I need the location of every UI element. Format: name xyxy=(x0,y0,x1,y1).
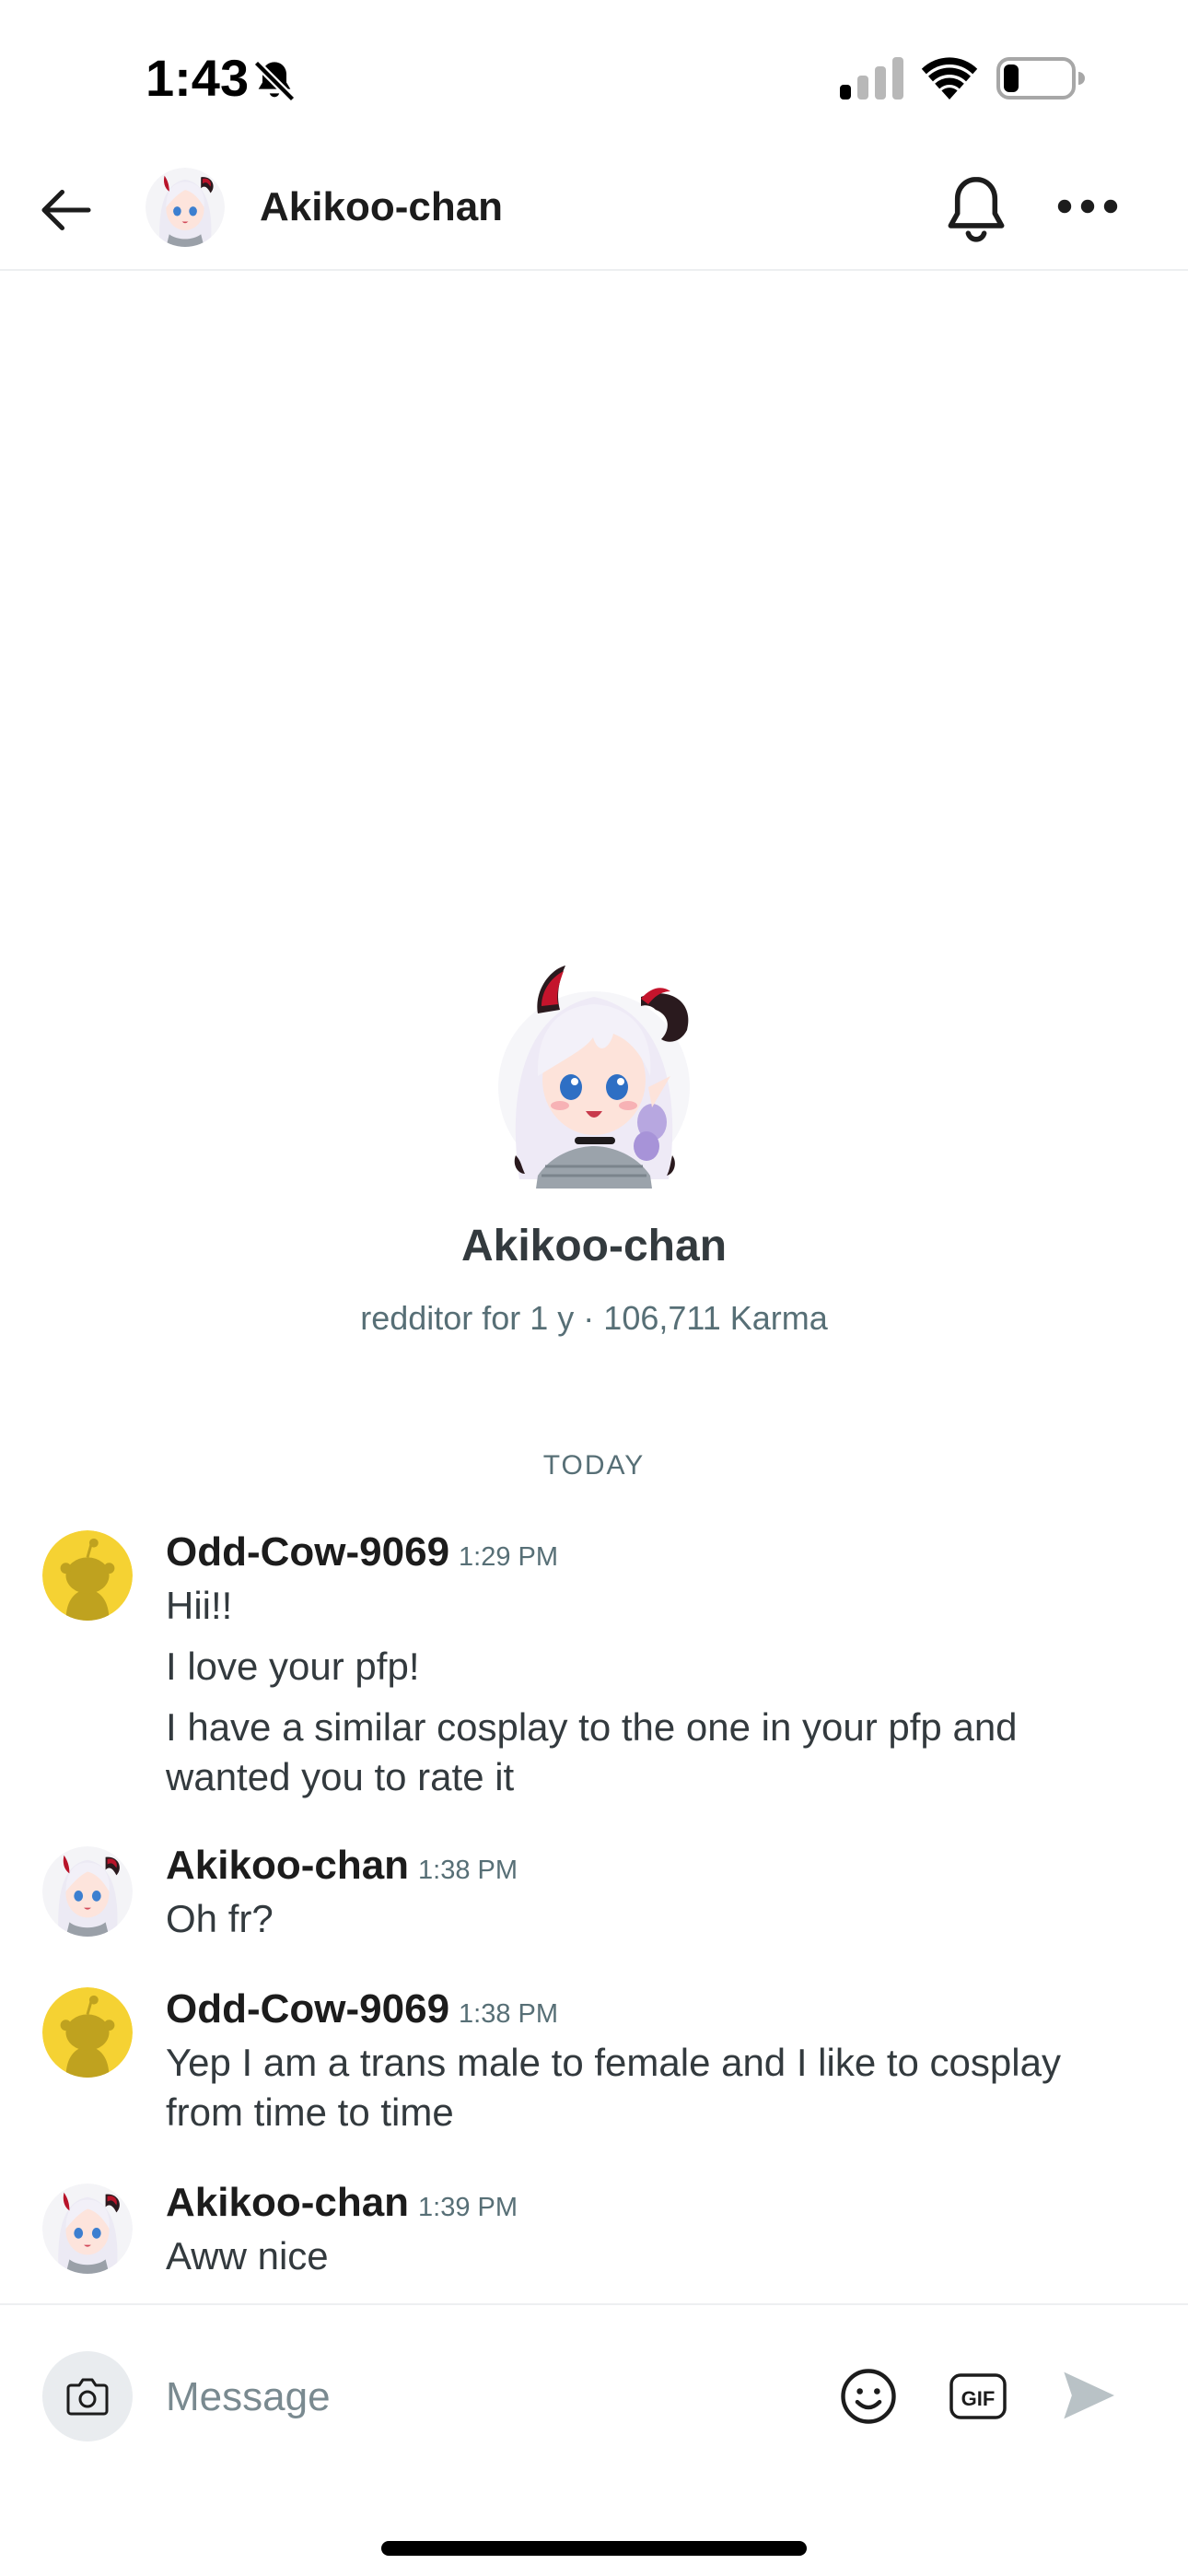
message-header: Odd-Cow-9069 1:29 PM xyxy=(166,1529,558,1575)
bell-off-icon xyxy=(253,60,296,102)
back-arrow-icon[interactable] xyxy=(33,177,99,243)
more-dots-icon[interactable] xyxy=(1055,188,1120,225)
anime-avatar-icon xyxy=(42,1846,133,1937)
message-author[interactable]: Akikoo-chan xyxy=(166,2180,409,2225)
battery-icon xyxy=(996,57,1085,100)
profile-name[interactable]: Akikoo-chan xyxy=(0,1221,1188,1271)
gif-icon: GIF xyxy=(949,2373,1007,2419)
chat-header: Akikoo-chan xyxy=(0,157,1188,271)
message-text: Aww nice xyxy=(166,2234,329,2277)
camera-icon xyxy=(66,2378,109,2416)
status-bar: 1:43 xyxy=(0,0,1188,157)
snoo-avatar[interactable] xyxy=(42,1987,133,2078)
snoo-avatar[interactable] xyxy=(42,1530,133,1621)
message-header: Odd-Cow-9069 1:38 PM xyxy=(166,1986,558,2032)
snoo-avatar-icon xyxy=(42,1987,133,2078)
cellular-signal-icon xyxy=(840,57,903,100)
camera-button[interactable] xyxy=(42,2351,133,2441)
message-author[interactable]: Odd-Cow-9069 xyxy=(166,1529,449,1575)
message-header: Akikoo-chan 1:39 PM xyxy=(166,2180,518,2226)
gif-label: GIF xyxy=(961,2387,996,2410)
anime-avatar-large-icon xyxy=(498,966,690,1188)
message-composer: GIF xyxy=(0,2303,1188,2488)
gif-button[interactable]: GIF xyxy=(949,2370,1007,2423)
snoo-avatar-icon xyxy=(42,1530,133,1621)
header-avatar[interactable] xyxy=(146,168,225,247)
message-input[interactable] xyxy=(166,2359,810,2436)
anime-avatar-icon xyxy=(42,2184,133,2274)
emoji-icon[interactable] xyxy=(838,2366,899,2427)
home-indicator[interactable] xyxy=(381,2541,807,2556)
wifi-icon xyxy=(921,57,978,100)
chat-screen: 1:43 Akikoo-chan Akikoo-chan redditor fo… xyxy=(0,0,1188,2576)
message-text: I love your pfp! xyxy=(166,1645,420,1688)
message-header: Akikoo-chan 1:38 PM xyxy=(166,1843,518,1889)
header-title[interactable]: Akikoo-chan xyxy=(260,184,503,230)
profile-meta: redditor for 1 y · 106,711 Karma xyxy=(360,1299,828,1337)
anime-avatar[interactable] xyxy=(42,2184,133,2274)
bell-icon[interactable] xyxy=(941,173,1011,247)
message-text: Oh fr? xyxy=(166,1897,274,1940)
anime-avatar-icon xyxy=(146,168,225,247)
message-author[interactable]: Odd-Cow-9069 xyxy=(166,1986,449,2032)
anime-avatar[interactable] xyxy=(42,1846,133,1937)
status-time: 1:43 xyxy=(146,49,250,107)
message-text: Yep I am a trans male to female and I li… xyxy=(166,2041,1061,2134)
message-time: 1:38 PM xyxy=(418,1856,518,1885)
profile-avatar[interactable] xyxy=(490,949,698,1188)
message-time: 1:29 PM xyxy=(459,1542,559,1572)
message-text: I have a similar cosplay to the one in y… xyxy=(166,1705,1018,1798)
message-author[interactable]: Akikoo-chan xyxy=(166,1843,409,1888)
message-time: 1:39 PM xyxy=(418,2193,518,2222)
date-separator: TODAY xyxy=(542,1450,646,1481)
message-text: Hii!! xyxy=(166,1584,233,1627)
send-icon[interactable] xyxy=(1059,2366,1118,2425)
message-time: 1:38 PM xyxy=(459,1999,559,2029)
